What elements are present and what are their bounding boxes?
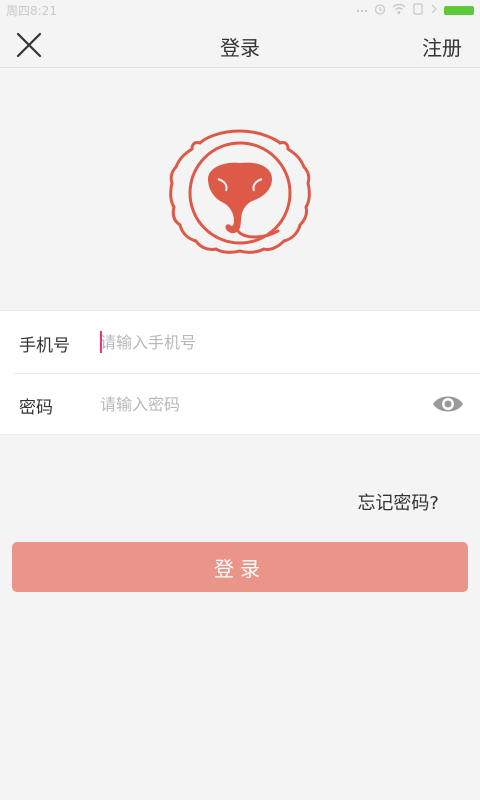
eye-icon[interactable]: [432, 390, 464, 418]
text-cursor: [100, 331, 102, 353]
battery-icon: [444, 6, 474, 15]
password-label: 密码: [19, 398, 53, 418]
phone-row: 手机号: [0, 311, 480, 373]
page-title: 登录: [220, 36, 260, 60]
alarm-icon: [374, 4, 386, 15]
phone-input[interactable]: [100, 325, 420, 359]
signal-icon: [431, 4, 437, 14]
login-button[interactable]: 登录: [12, 542, 468, 592]
register-button[interactable]: 注册: [422, 32, 462, 61]
password-input[interactable]: [100, 387, 420, 421]
status-time: 周四8:21: [6, 4, 57, 18]
nav-bar: 登录 注册: [0, 20, 480, 68]
sim-icon: [413, 3, 423, 15]
dots-icon: [356, 9, 368, 13]
status-bar: 周四8:21: [0, 0, 480, 20]
login-form: 手机号 密码: [0, 310, 480, 435]
password-row: 密码: [0, 373, 480, 435]
logo-icon: [169, 129, 311, 254]
phone-label: 手机号: [19, 336, 70, 356]
wifi-icon: [392, 3, 406, 14]
logo-area: [0, 69, 480, 310]
forgot-password-link[interactable]: 忘记密码?: [357, 489, 439, 515]
